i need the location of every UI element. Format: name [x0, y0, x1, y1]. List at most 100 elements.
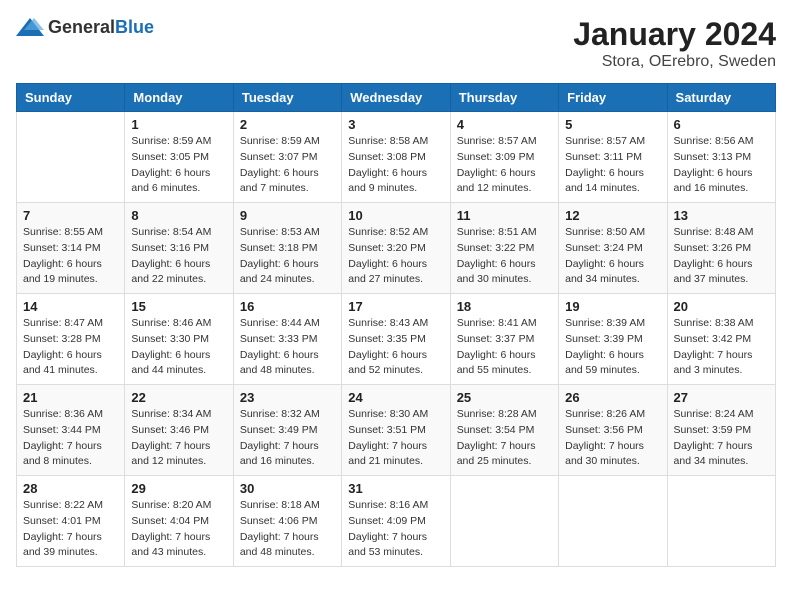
calendar-week-5: 28Sunrise: 8:22 AMSunset: 4:01 PMDayligh…: [17, 476, 776, 567]
day-number: 11: [457, 208, 552, 223]
day-detail: Sunrise: 8:16 AMSunset: 4:09 PMDaylight:…: [348, 498, 443, 561]
day-number: 13: [674, 208, 769, 223]
day-number: 16: [240, 299, 335, 314]
calendar-subtitle: Stora, OErebro, Sweden: [573, 53, 776, 71]
day-detail: Sunrise: 8:56 AMSunset: 3:13 PMDaylight:…: [674, 134, 769, 197]
sunset-line: Sunset: 3:49 PM: [240, 423, 335, 439]
sunset-line: Sunset: 3:42 PM: [674, 332, 769, 348]
day-detail: Sunrise: 8:55 AMSunset: 3:14 PMDaylight:…: [23, 225, 118, 288]
sunset-line: Sunset: 3:11 PM: [565, 150, 660, 166]
day-number: 8: [131, 208, 226, 223]
sunrise-line: Sunrise: 8:22 AM: [23, 498, 118, 514]
day-number: 21: [23, 390, 118, 405]
weekday-header-sunday: Sunday: [17, 84, 125, 112]
calendar-cell: 15Sunrise: 8:46 AMSunset: 3:30 PMDayligh…: [125, 294, 233, 385]
sunrise-line: Sunrise: 8:26 AM: [565, 407, 660, 423]
sunset-line: Sunset: 3:59 PM: [674, 423, 769, 439]
sunrise-line: Sunrise: 8:32 AM: [240, 407, 335, 423]
sunrise-line: Sunrise: 8:18 AM: [240, 498, 335, 514]
calendar-cell: 29Sunrise: 8:20 AMSunset: 4:04 PMDayligh…: [125, 476, 233, 567]
daylight-line: Daylight: 6 hours and 27 minutes.: [348, 257, 443, 289]
logo: GeneralBlue: [16, 16, 154, 38]
sunrise-line: Sunrise: 8:20 AM: [131, 498, 226, 514]
sunrise-line: Sunrise: 8:59 AM: [240, 134, 335, 150]
daylight-line: Daylight: 6 hours and 52 minutes.: [348, 348, 443, 380]
day-number: 1: [131, 117, 226, 132]
daylight-line: Daylight: 6 hours and 24 minutes.: [240, 257, 335, 289]
daylight-line: Daylight: 7 hours and 16 minutes.: [240, 439, 335, 471]
daylight-line: Daylight: 7 hours and 8 minutes.: [23, 439, 118, 471]
daylight-line: Daylight: 6 hours and 55 minutes.: [457, 348, 552, 380]
day-number: 29: [131, 481, 226, 496]
calendar-cell: 9Sunrise: 8:53 AMSunset: 3:18 PMDaylight…: [233, 203, 341, 294]
logo-blue: Blue: [115, 17, 154, 37]
sunset-line: Sunset: 3:20 PM: [348, 241, 443, 257]
daylight-line: Daylight: 7 hours and 30 minutes.: [565, 439, 660, 471]
weekday-header-row: SundayMondayTuesdayWednesdayThursdayFrid…: [17, 84, 776, 112]
weekday-header-tuesday: Tuesday: [233, 84, 341, 112]
calendar-cell: 30Sunrise: 8:18 AMSunset: 4:06 PMDayligh…: [233, 476, 341, 567]
sunset-line: Sunset: 3:39 PM: [565, 332, 660, 348]
sunset-line: Sunset: 3:18 PM: [240, 241, 335, 257]
calendar-cell: [17, 112, 125, 203]
sunset-line: Sunset: 3:09 PM: [457, 150, 552, 166]
calendar-cell: 28Sunrise: 8:22 AMSunset: 4:01 PMDayligh…: [17, 476, 125, 567]
day-detail: Sunrise: 8:59 AMSunset: 3:05 PMDaylight:…: [131, 134, 226, 197]
calendar-week-1: 1 Sunrise: 8:59 AMSunset: 3:05 PMDaylight…: [17, 112, 776, 203]
day-number: 4: [457, 117, 552, 132]
sunrise-line: Sunrise: 8:36 AM: [23, 407, 118, 423]
calendar-cell: 31Sunrise: 8:16 AMSunset: 4:09 PMDayligh…: [342, 476, 450, 567]
calendar-cell: 10Sunrise: 8:52 AMSunset: 3:20 PMDayligh…: [342, 203, 450, 294]
day-number: 19: [565, 299, 660, 314]
daylight-line: Daylight: 6 hours and 44 minutes.: [131, 348, 226, 380]
sunrise-line: Sunrise: 8:55 AM: [23, 225, 118, 241]
calendar-cell: 14Sunrise: 8:47 AMSunset: 3:28 PMDayligh…: [17, 294, 125, 385]
calendar-cell: [667, 476, 775, 567]
sunrise-line: Sunrise: 8:48 AM: [674, 225, 769, 241]
daylight-line: Daylight: 7 hours and 25 minutes.: [457, 439, 552, 471]
sunrise-line: Sunrise: 8:30 AM: [348, 407, 443, 423]
generalblue-logo-icon: [16, 16, 44, 38]
day-number: 3: [348, 117, 443, 132]
daylight-line: Daylight: 6 hours and 34 minutes.: [565, 257, 660, 289]
day-number: 25: [457, 390, 552, 405]
day-number: 20: [674, 299, 769, 314]
daylight-line: Daylight: 7 hours and 3 minutes.: [674, 348, 769, 380]
day-number: 23: [240, 390, 335, 405]
sunrise-line: Sunrise: 8:41 AM: [457, 316, 552, 332]
sunrise-line: Sunrise: 8:53 AM: [240, 225, 335, 241]
sunset-line: Sunset: 3:30 PM: [131, 332, 226, 348]
day-number: 10: [348, 208, 443, 223]
sunset-line: Sunset: 4:09 PM: [348, 514, 443, 530]
day-detail: Sunrise: 8:44 AMSunset: 3:33 PMDaylight:…: [240, 316, 335, 379]
daylight-line: Daylight: 7 hours and 53 minutes.: [348, 530, 443, 562]
sunset-line: Sunset: 3:16 PM: [131, 241, 226, 257]
daylight-line: Daylight: 7 hours and 48 minutes.: [240, 530, 335, 562]
weekday-header-friday: Friday: [559, 84, 667, 112]
calendar-cell: [559, 476, 667, 567]
day-detail: Sunrise: 8:36 AMSunset: 3:44 PMDaylight:…: [23, 407, 118, 470]
day-number: 15: [131, 299, 226, 314]
calendar-cell: 4Sunrise: 8:57 AMSunset: 3:09 PMDaylight…: [450, 112, 558, 203]
calendar-cell: 3Sunrise: 8:58 AMSunset: 3:08 PMDaylight…: [342, 112, 450, 203]
day-number: 5: [565, 117, 660, 132]
day-number: 6: [674, 117, 769, 132]
day-detail: Sunrise: 8:48 AMSunset: 3:26 PMDaylight:…: [674, 225, 769, 288]
calendar-week-4: 21 Sunrise: 8:36 AMSunset: 3:44 PMDayligh…: [17, 385, 776, 476]
sunrise-line: Sunrise: 8:56 AM: [674, 134, 769, 150]
daylight-line: Daylight: 6 hours and 22 minutes.: [131, 257, 226, 289]
daylight-line: Daylight: 6 hours and 48 minutes.: [240, 348, 335, 380]
day-number: 27: [674, 390, 769, 405]
calendar-cell: 2Sunrise: 8:59 AMSunset: 3:07 PMDaylight…: [233, 112, 341, 203]
sunrise-line: Sunrise: 8:59 AM: [131, 134, 226, 150]
sunset-line: Sunset: 3:51 PM: [348, 423, 443, 439]
sunrise-line: Sunrise: 8:58 AM: [348, 134, 443, 150]
daylight-line: Daylight: 6 hours and 12 minutes.: [457, 166, 552, 198]
daylight-line: Daylight: 7 hours and 21 minutes.: [348, 439, 443, 471]
day-detail: Sunrise: 8:59 AMSunset: 3:07 PMDaylight:…: [240, 134, 335, 197]
day-detail: Sunrise: 8:38 AMSunset: 3:42 PMDaylight:…: [674, 316, 769, 379]
daylight-line: Daylight: 6 hours and 6 minutes.: [131, 166, 226, 198]
sunset-line: Sunset: 3:35 PM: [348, 332, 443, 348]
logo-general: General: [48, 17, 115, 37]
daylight-line: Daylight: 7 hours and 43 minutes.: [131, 530, 226, 562]
